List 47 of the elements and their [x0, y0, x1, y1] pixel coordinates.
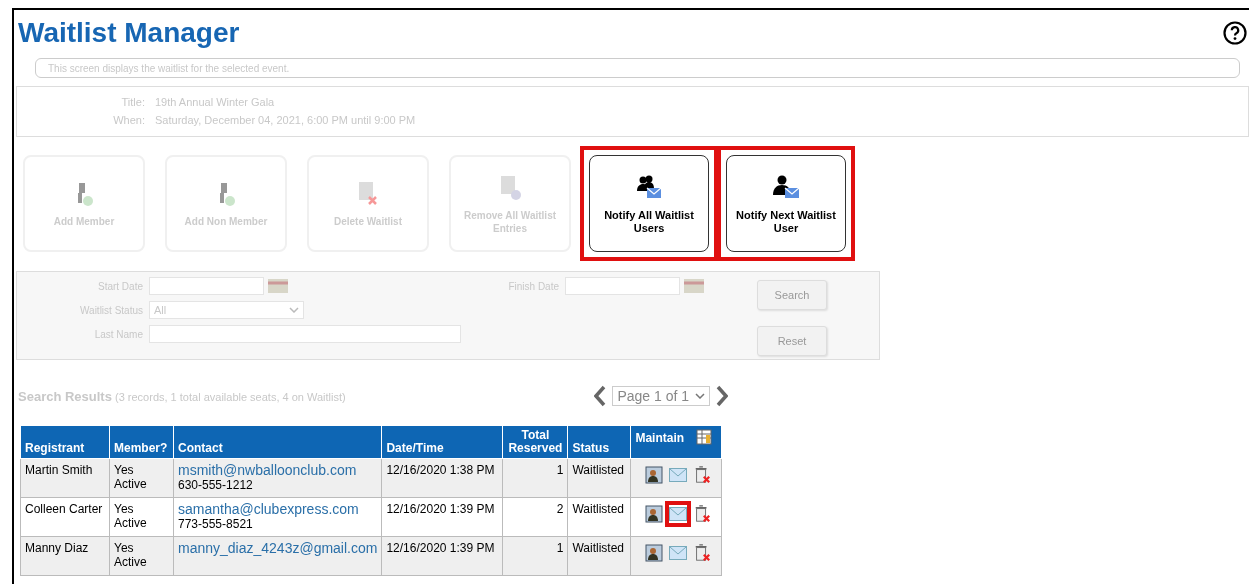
table-cell: Yes Active: [109, 458, 174, 498]
table-cell: Martin Smith: [20, 458, 110, 498]
table-cell: Manny Diaz: [20, 536, 110, 576]
column-header: Registrant: [20, 425, 110, 459]
table-cell: Waitlisted: [567, 497, 631, 537]
help-icon[interactable]: [1223, 21, 1247, 45]
spreadsheet-icon[interactable]: [696, 429, 713, 445]
reset-button[interactable]: Reset: [757, 326, 827, 356]
date-field[interactable]: [149, 277, 264, 295]
chevron-down-icon: [695, 393, 705, 399]
column-header: Status: [567, 425, 631, 459]
table-cell: Colleen Carter: [20, 497, 110, 537]
table-cell: 12/16/2020 1:39 PM: [381, 497, 503, 537]
table-cell: 1: [502, 458, 568, 498]
table-cell: Waitlisted: [567, 458, 631, 498]
column-header: Date/Time: [381, 425, 503, 459]
table-cell: Yes Active: [109, 536, 174, 576]
previous-page-icon[interactable]: [594, 385, 607, 407]
profile-card-icon[interactable]: [645, 466, 664, 484]
table-cell: Waitlisted: [567, 536, 631, 576]
column-header: Contact: [173, 425, 382, 459]
table-cell: Yes Active: [109, 497, 174, 537]
action-button[interactable]: Notify All Waitlist Users: [589, 155, 709, 252]
chevron-down-icon: [289, 307, 299, 313]
text-field[interactable]: [149, 325, 461, 343]
table-cell: 12/16/2020 1:38 PM: [381, 458, 503, 498]
page-title: Waitlist Manager: [18, 16, 240, 50]
profile-card-icon[interactable]: [645, 505, 664, 523]
trash-delete-icon[interactable]: [693, 505, 712, 523]
column-header: Member?: [109, 425, 174, 459]
table-cell: 1: [502, 536, 568, 576]
trash-delete-icon[interactable]: [693, 544, 712, 562]
profile-card-icon[interactable]: [645, 544, 664, 562]
column-header: Total Reserved: [502, 425, 568, 459]
phone-text: 630-555-1212: [178, 478, 253, 492]
phone-text: 773-555-8521: [178, 517, 253, 531]
next-page-icon[interactable]: [716, 385, 728, 407]
table-cell: 2: [502, 497, 568, 537]
action-button[interactable]: Notify Next Waitlist User: [726, 155, 846, 252]
email-link[interactable]: samantha@clubexpress.com: [178, 501, 359, 517]
search-button[interactable]: Search: [757, 280, 827, 310]
date-field[interactable]: [565, 277, 680, 295]
table-cell: 12/16/2020 1:39 PM: [381, 536, 503, 576]
page-dropdown[interactable]: Page 1 of 1: [612, 386, 710, 406]
column-header: Maintain: [635, 431, 685, 445]
trash-delete-icon[interactable]: [693, 466, 712, 484]
email-link[interactable]: msmith@nwballoonclub.com: [178, 462, 357, 478]
